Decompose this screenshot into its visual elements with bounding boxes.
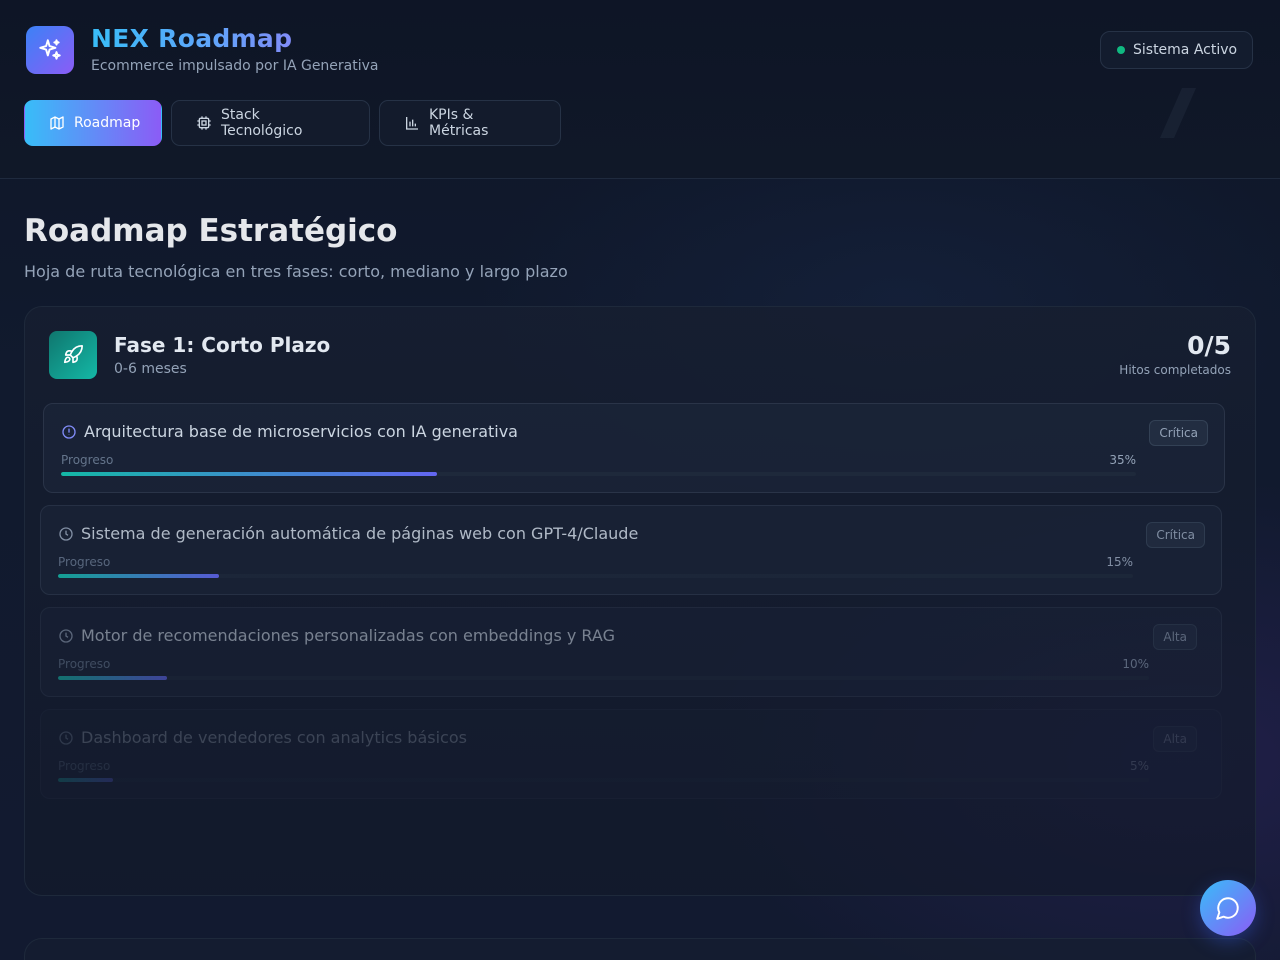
progress-label: Progreso xyxy=(58,555,111,569)
progress-label: Progreso xyxy=(61,453,114,467)
app-header: NEX Roadmap Ecommerce impulsado por IA G… xyxy=(0,0,1280,179)
chat-bubble-icon xyxy=(1216,897,1239,920)
progress-value: 35% xyxy=(1109,453,1136,467)
milestone-title: Dashboard de vendedores con analytics bá… xyxy=(81,728,467,747)
priority-badge: Crítica xyxy=(1149,420,1208,446)
milestone-item[interactable]: Dashboard de vendedores con analytics bá… xyxy=(40,709,1222,799)
background-decoration-icon xyxy=(1160,88,1196,138)
priority-badge: Alta xyxy=(1153,726,1197,752)
page-subtitle: Hoja de ruta tecnológica en tres fases: … xyxy=(24,262,568,281)
milestone-item[interactable]: Arquitectura base de microservicios con … xyxy=(43,403,1225,493)
sparkles-icon xyxy=(39,39,61,60)
rocket-icon xyxy=(63,345,83,364)
progress-value: 10% xyxy=(1122,657,1149,671)
phase-title: Fase 1: Corto Plazo xyxy=(114,333,331,357)
phase-count: 0/5 xyxy=(1187,331,1231,360)
progress-bar xyxy=(58,676,1149,680)
priority-badge: Alta xyxy=(1153,624,1197,650)
bar-chart-icon xyxy=(406,117,418,130)
next-phase-card xyxy=(24,938,1256,960)
milestone-title: Sistema de generación automática de pági… xyxy=(81,524,639,543)
tab-stack[interactable]: Stack Tecnológico xyxy=(171,100,370,146)
phase-icon-box xyxy=(49,331,97,379)
status-badge: Sistema Activo xyxy=(1100,31,1253,69)
clock-icon xyxy=(59,629,73,643)
milestone-title: Arquitectura base de microservicios con … xyxy=(84,422,518,441)
progress-value: 15% xyxy=(1106,555,1133,569)
tab-kpis-label: KPIs & Métricas xyxy=(429,107,489,139)
info-circle-icon xyxy=(62,425,76,439)
milestone-item[interactable]: Motor de recomendaciones personalizadas … xyxy=(40,607,1222,697)
progress-label: Progreso xyxy=(58,657,111,671)
phase-card: Fase 1: Corto Plazo 0-6 meses 0/5 Hitos … xyxy=(24,306,1256,896)
tab-stack-label: Stack Tecnológico xyxy=(221,107,303,139)
tab-roadmap-label: Roadmap xyxy=(74,115,141,131)
progress-bar-fill xyxy=(58,574,220,578)
page-title: Roadmap Estratégico xyxy=(24,213,398,249)
tab-roadmap[interactable]: Roadmap xyxy=(24,100,162,146)
status-dot-icon xyxy=(1117,46,1125,54)
clock-icon xyxy=(59,731,73,745)
map-icon xyxy=(50,116,64,130)
app-title: NEX Roadmap xyxy=(91,24,293,53)
logo xyxy=(26,26,74,74)
progress-bar-fill xyxy=(58,676,168,680)
priority-badge: Crítica xyxy=(1146,522,1205,548)
phase-count-label: Hitos completados xyxy=(1119,363,1231,377)
phase-range: 0-6 meses xyxy=(114,361,187,377)
clock-icon xyxy=(59,527,73,541)
progress-bar-fill xyxy=(61,472,438,476)
milestone-item[interactable]: Sistema de generación automática de pági… xyxy=(40,505,1222,595)
progress-bar xyxy=(58,778,1149,782)
progress-bar xyxy=(61,472,1136,476)
chat-button[interactable] xyxy=(1200,880,1256,936)
tab-kpis[interactable]: KPIs & Métricas xyxy=(379,100,561,146)
progress-label: Progreso xyxy=(58,759,111,773)
milestone-title: Motor de recomendaciones personalizadas … xyxy=(81,626,615,645)
main-nav: Roadmap Stack Tecnológico KPIs & Métrica… xyxy=(24,100,561,146)
cpu-icon xyxy=(197,116,211,130)
progress-bar xyxy=(58,574,1133,578)
progress-value: 5% xyxy=(1129,759,1149,773)
app-subtitle: Ecommerce impulsado por IA Generativa xyxy=(91,58,379,74)
progress-bar-fill xyxy=(58,778,113,782)
status-text: Sistema Activo xyxy=(1133,42,1238,58)
